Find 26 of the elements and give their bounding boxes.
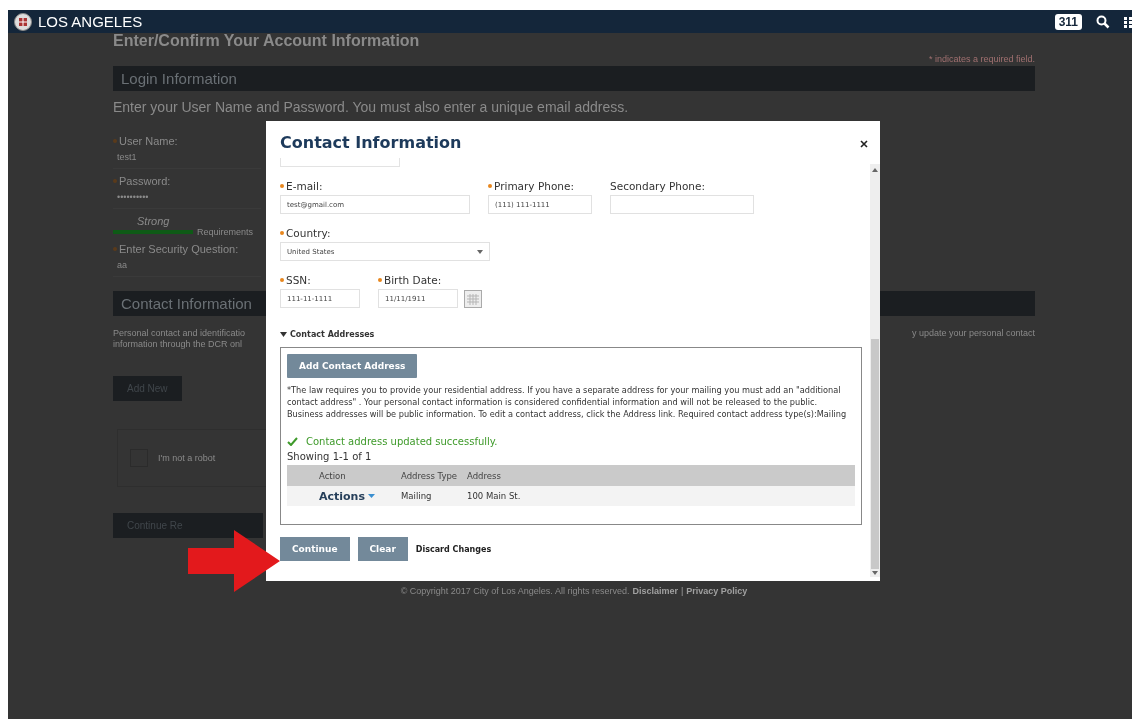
info-text: y update your personal contact <box>911 328 1035 340</box>
required-note: * indicates a required field. <box>928 54 1035 64</box>
success-message: Contact address updated successfully. <box>306 436 498 447</box>
field-label: Secondary Phone: <box>610 180 706 192</box>
address-note: *The law requires you to provide your residential address. If you have a separate address for your mailing you must add an "additional contact address" . Your personal contact information is considered confidential information and will not be released to the public. Business addresses will be public information. To edit a contact address, click the Address link. Required contact address type(s):Mailing <box>287 384 848 420</box>
page-title: Enter/Confirm Your Account Information <box>113 32 421 50</box>
table-cell-text: Mailing <box>401 491 433 501</box>
info-text: Personal contact and identificatio information through the DCR onl <box>113 328 247 350</box>
field-label: E-mail: <box>280 180 470 192</box>
copyright-text: © Copyright 2017 City of Los Angeles. All rights reserved. <box>400 586 630 596</box>
field-label: Birth Date: <box>378 274 482 286</box>
intro-text: Enter your User Name and Password. You must also enter a unique email address. <box>113 99 630 115</box>
field-label: Country: <box>280 227 490 239</box>
site-title: LOS ANGELES <box>38 13 143 30</box>
table-cell-text: 100 Main St. <box>467 491 522 501</box>
field-label: SSN: <box>280 274 360 286</box>
field-label: Primary Phone: <box>488 180 592 192</box>
column-header: Address Type <box>401 470 459 481</box>
section-header: Login Information <box>113 66 1035 91</box>
strength-label: Strong <box>137 215 171 227</box>
separator: | <box>680 586 684 596</box>
result-count: Showing 1-1 of 1 <box>287 451 373 462</box>
column-header: Address <box>467 470 502 481</box>
captcha-label: I'm not a robot <box>158 452 216 464</box>
dialog-title: Contact Information <box>280 133 462 152</box>
column-header: Action <box>319 470 347 481</box>
